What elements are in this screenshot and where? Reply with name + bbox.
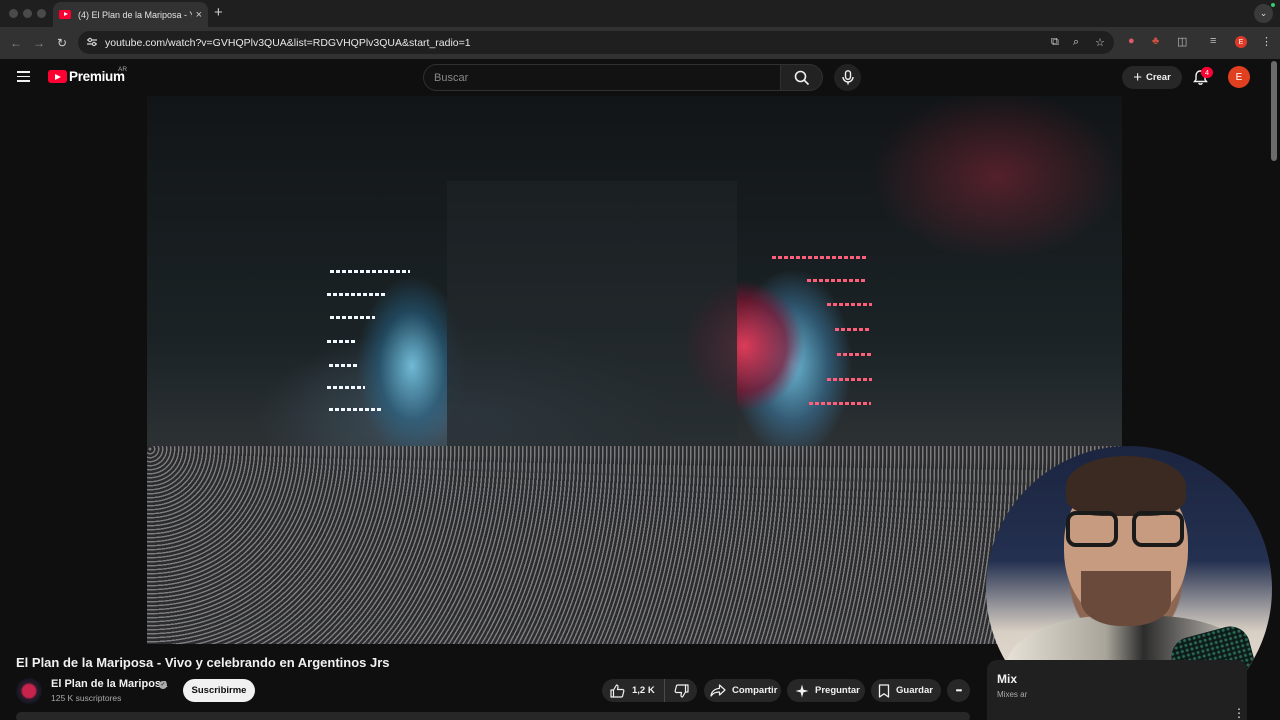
extensions-puzzle-icon[interactable]: ◫ (1177, 35, 1187, 48)
youtube-favicon-icon (59, 10, 71, 19)
led-bar (329, 408, 381, 411)
dislike-button[interactable] (665, 679, 689, 702)
reading-list-icon[interactable]: ≡ (1210, 35, 1216, 47)
browser-tab-strip: (4) El Plan de la Mariposa - Y × + ⌄ (0, 0, 1280, 27)
reload-icon[interactable]: ↻ (57, 36, 67, 50)
led-bar (772, 256, 867, 259)
like-dislike-group: 1,2 K (602, 679, 697, 702)
country-code: AR (118, 66, 128, 73)
like-icon (610, 683, 625, 698)
led-bar (837, 353, 872, 356)
bookmark-icon (878, 683, 890, 698)
window-close-button[interactable] (9, 9, 18, 18)
channel-avatar[interactable] (16, 678, 42, 704)
led-bar (327, 293, 387, 296)
back-arrow-icon[interactable]: ← (10, 36, 22, 50)
profile-avatar-small[interactable]: E (1235, 36, 1247, 48)
bookmark-star-icon[interactable]: ☆ (1095, 36, 1105, 49)
share-label: Compartir (732, 685, 778, 696)
zoom-icon[interactable]: ⌕ (1073, 36, 1079, 49)
share-icon (710, 684, 726, 697)
url-text[interactable]: youtube.com/watch?v=GVHQPlv3QUA&list=RDG… (105, 37, 471, 49)
notifications-badge: 4 (1201, 67, 1213, 78)
update-indicator-icon (1271, 3, 1275, 7)
youtube-logo-icon[interactable] (48, 70, 67, 83)
site-info-icon[interactable] (86, 36, 98, 48)
led-bar (807, 279, 867, 282)
ask-button[interactable]: Preguntar (787, 679, 865, 702)
like-button[interactable]: 1,2 K (602, 679, 665, 702)
search-input[interactable] (424, 65, 780, 90)
mix-title: Mix (997, 672, 1018, 686)
led-bar (827, 303, 872, 306)
subscribe-button[interactable]: Suscribirme (183, 679, 255, 702)
window-zoom-button[interactable] (37, 9, 46, 18)
led-bar (329, 364, 357, 367)
more-icon: ••• (955, 686, 962, 695)
led-bar (327, 340, 357, 343)
hamburger-icon[interactable] (17, 71, 30, 82)
dislike-icon (674, 683, 689, 698)
window-minimize-button[interactable] (23, 9, 32, 18)
tab-search-button[interactable]: ⌄ (1254, 4, 1273, 23)
search-button[interactable] (781, 64, 823, 91)
led-bar (827, 378, 872, 381)
tab-close-icon[interactable]: × (196, 9, 202, 21)
verified-icon: ✓ (159, 681, 167, 689)
crowd (147, 446, 1122, 644)
video-player[interactable] (147, 96, 1122, 644)
youtube-premium-brand[interactable]: Premium (69, 69, 125, 84)
search-icon (794, 70, 809, 85)
search-box (423, 64, 781, 91)
led-bar (835, 328, 870, 331)
save-button[interactable]: Guardar (871, 679, 941, 702)
video-title: El Plan de la Mariposa - Vivo y celebran… (16, 655, 390, 670)
led-bar (327, 386, 365, 389)
sparkle-icon (795, 684, 809, 697)
channel-name[interactable]: El Plan de la Mariposa (51, 678, 167, 690)
install-app-icon[interactable]: ⧉ (1051, 36, 1059, 49)
tab-title: (4) El Plan de la Mariposa - Y (78, 9, 192, 20)
led-bar (809, 402, 871, 405)
forward-arrow-icon[interactable]: → (33, 36, 45, 50)
extension-1-icon[interactable]: ● (1128, 35, 1135, 47)
voice-search-button[interactable] (834, 64, 861, 91)
description-box[interactable] (16, 712, 970, 720)
subscriber-count: 125 K suscriptores (51, 693, 122, 703)
new-tab-button[interactable]: + (214, 4, 223, 21)
page-scrollbar[interactable] (1271, 61, 1277, 161)
plus-icon: + (1133, 69, 1142, 86)
browser-tab-active[interactable]: (4) El Plan de la Mariposa - Y × (53, 2, 208, 27)
browser-menu-icon[interactable]: ⋮ (1261, 35, 1272, 48)
save-label: Guardar (896, 685, 933, 696)
ask-label: Preguntar (815, 685, 860, 696)
create-button[interactable]: + Crear (1122, 66, 1182, 89)
share-button[interactable]: Compartir (704, 679, 781, 702)
create-label: Crear (1145, 72, 1171, 83)
led-bar (330, 316, 375, 319)
like-count: 1,2 K (632, 685, 655, 696)
mix-subtitle: Mixes ar (997, 690, 1028, 699)
led-bar (330, 270, 410, 273)
more-actions-button[interactable]: ••• (947, 679, 970, 702)
account-avatar[interactable]: E (1228, 66, 1250, 88)
extension-2-icon[interactable]: ♣ (1152, 35, 1159, 47)
mic-icon (841, 70, 854, 85)
mix-menu-icon[interactable]: ⋮ (1233, 706, 1245, 720)
